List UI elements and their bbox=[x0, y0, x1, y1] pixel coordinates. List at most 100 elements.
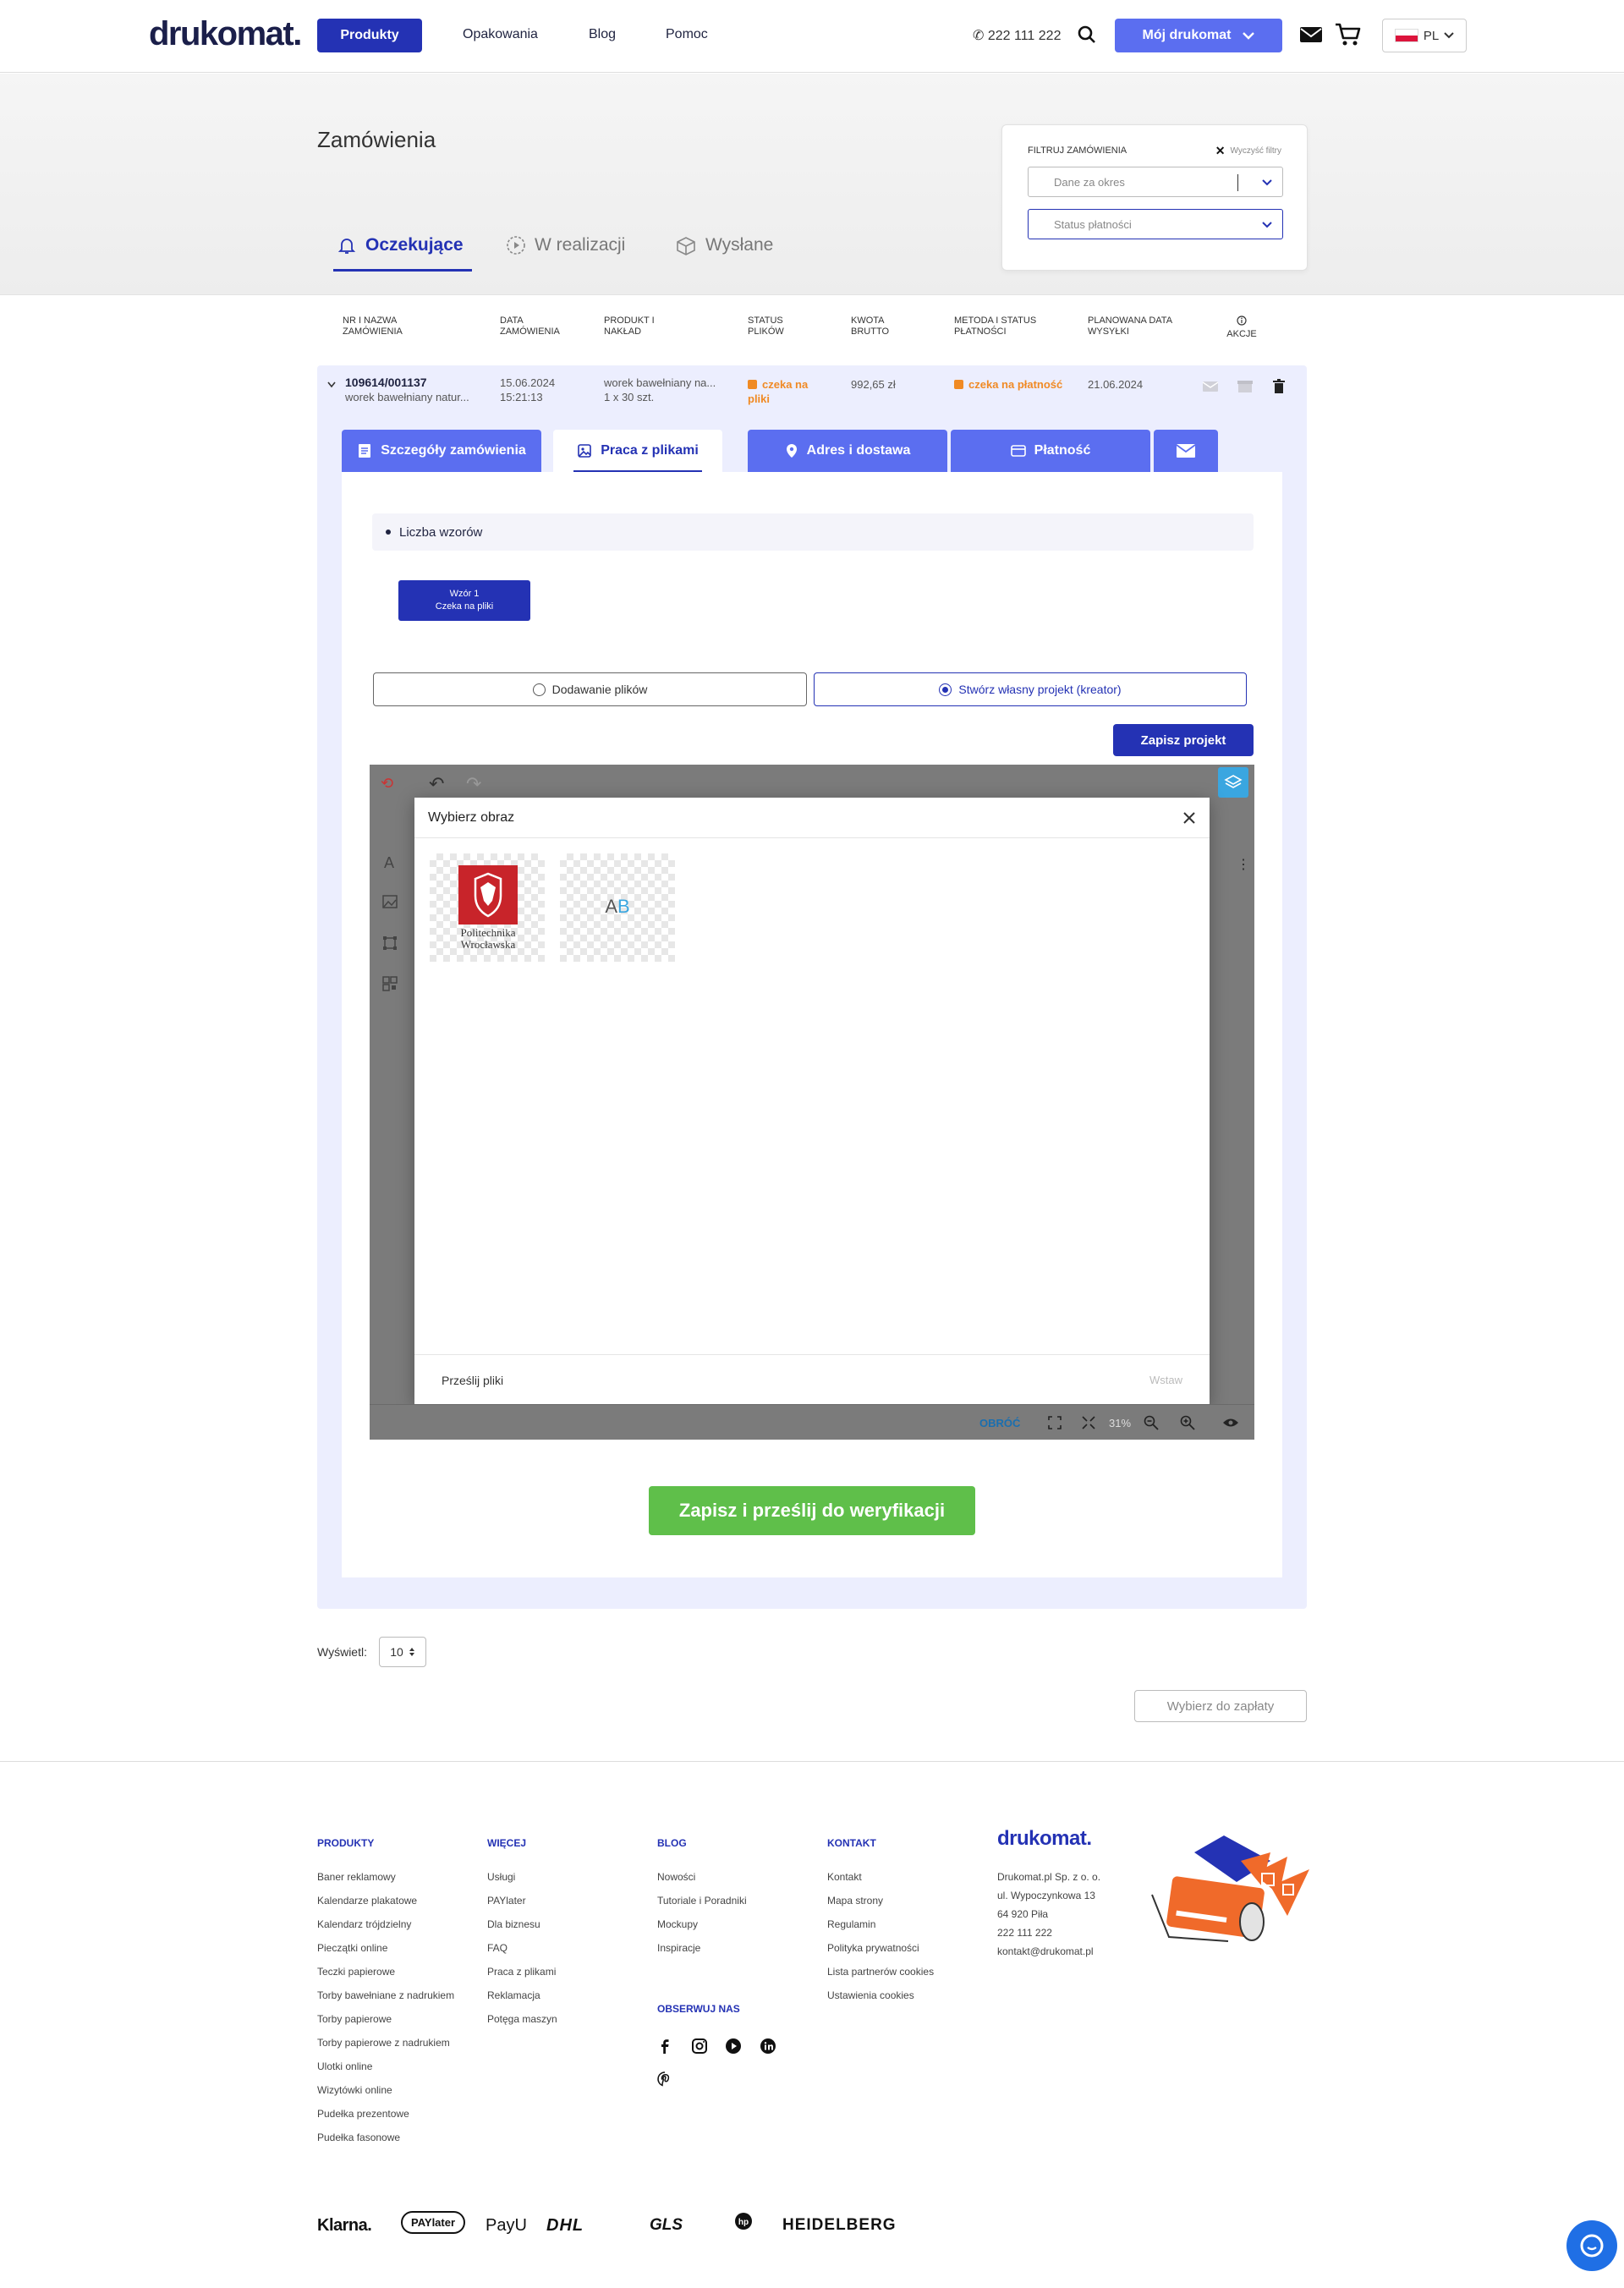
footer-link[interactable]: Tutoriale i Poradniki bbox=[657, 1895, 747, 1907]
redo-icon[interactable]: ↷ bbox=[466, 773, 481, 795]
cart-icon[interactable] bbox=[1335, 22, 1362, 47]
tab-pending[interactable]: Oczekujące bbox=[337, 235, 464, 255]
nav-help[interactable]: Pomoc bbox=[666, 27, 708, 42]
footer-link[interactable]: Pieczątki online bbox=[317, 1942, 387, 1954]
close-icon[interactable] bbox=[1181, 809, 1198, 826]
footer-link[interactable]: Torby papierowe z nadrukiem bbox=[317, 2037, 450, 2049]
footer-link[interactable]: Pudełka prezentowe bbox=[317, 2108, 409, 2120]
footer-link[interactable]: FAQ bbox=[487, 1942, 508, 1954]
order-product: worek bawełniany na... bbox=[604, 376, 716, 389]
image-thumbnail-logo[interactable]: Politechnika Wrocławska bbox=[430, 853, 545, 962]
footer-logo[interactable]: drukomat. bbox=[997, 1827, 1092, 1851]
footer-link[interactable]: Praca z plikami bbox=[487, 1966, 556, 1978]
footer-link[interactable]: Regulamin bbox=[827, 1918, 875, 1930]
order-filter-panel: FILTRUJ ZAMÓWIENIA ✕ Wyczyść filtry Dane … bbox=[1001, 124, 1308, 271]
undo-icon[interactable]: ↶ bbox=[429, 773, 444, 795]
tab-files[interactable]: Praca z plikami bbox=[553, 430, 722, 472]
phone-link[interactable]: ✆ 222 111 222 bbox=[973, 27, 1061, 44]
nav-blog[interactable]: Blog bbox=[589, 27, 616, 42]
preview-eye-icon[interactable] bbox=[1222, 1417, 1239, 1429]
linkedin-icon[interactable] bbox=[759, 2037, 777, 2055]
reset-icon[interactable]: ⟲ bbox=[381, 775, 393, 793]
logo[interactable]: drukomat. bbox=[149, 15, 302, 53]
footer-link[interactable]: Kalendarz trójdzielny bbox=[317, 1918, 411, 1930]
tab-shipped[interactable]: Wysłane bbox=[675, 235, 773, 255]
select-to-pay-button[interactable]: Wybierz do zapłaty bbox=[1134, 1690, 1307, 1722]
status-icon bbox=[748, 380, 757, 389]
products-button[interactable]: Produkty bbox=[317, 19, 422, 52]
my-account-button[interactable]: Mój drukomat bbox=[1115, 19, 1282, 52]
trash-icon[interactable] bbox=[1270, 379, 1287, 394]
creator-option[interactable]: Stwórz własny projekt (kreator) bbox=[814, 672, 1247, 706]
footer-link[interactable]: Mockupy bbox=[657, 1918, 698, 1930]
footer-link[interactable]: Ustawienia cookies bbox=[827, 1989, 914, 2001]
search-icon[interactable] bbox=[1078, 25, 1096, 44]
column-header: METODA I STATUS PŁATNOŚCI bbox=[954, 315, 1037, 337]
fullscreen-icon[interactable] bbox=[1082, 1416, 1095, 1429]
info-icon bbox=[1237, 315, 1247, 326]
footer-link[interactable]: Lista partnerów cookies bbox=[827, 1966, 934, 1978]
fit-screen-icon[interactable] bbox=[1048, 1416, 1062, 1429]
footer-link[interactable]: Baner reklamowy bbox=[317, 1871, 396, 1883]
image-tool-icon[interactable] bbox=[382, 895, 398, 913]
qr-code-tool-icon[interactable] bbox=[382, 976, 398, 996]
footer-link[interactable]: Kontakt bbox=[827, 1871, 862, 1883]
box-icon[interactable] bbox=[1237, 379, 1254, 394]
footer-link[interactable]: Wizytówki online bbox=[317, 2084, 392, 2096]
tab-order-details[interactable]: Szczegóły zamówienia bbox=[342, 430, 541, 472]
more-options-icon[interactable]: ⋮ bbox=[1237, 856, 1250, 873]
radio-off-icon bbox=[532, 683, 546, 696]
clear-filters-button[interactable]: ✕ Wyczyść filtry bbox=[1215, 144, 1281, 158]
facebook-icon[interactable] bbox=[656, 2037, 674, 2055]
shape-tool-icon[interactable] bbox=[382, 936, 398, 955]
upload-files-option[interactable]: Dodawanie plików bbox=[373, 672, 807, 706]
submit-for-verification-button[interactable]: Zapisz i prześlij do weryfikacji bbox=[649, 1486, 975, 1535]
rotate-button[interactable]: OBRÓĆ bbox=[979, 1417, 1020, 1429]
tab-address[interactable]: Adres i dostawa bbox=[748, 430, 947, 472]
nav-packaging[interactable]: Opakowania bbox=[463, 27, 538, 42]
pinterest-icon[interactable] bbox=[656, 2071, 674, 2089]
period-select[interactable]: Dane za okres bbox=[1028, 167, 1283, 197]
image-thumbnail-text[interactable]: AB bbox=[560, 853, 675, 962]
footer-link[interactable]: Teczki papierowe bbox=[317, 1966, 395, 1978]
tab-label: Płatność bbox=[1034, 443, 1091, 458]
footer-link[interactable]: Inspiracje bbox=[657, 1942, 700, 1954]
youtube-icon[interactable] bbox=[724, 2037, 743, 2055]
zoom-in-icon[interactable] bbox=[1180, 1415, 1195, 1430]
zoom-out-icon[interactable] bbox=[1144, 1415, 1159, 1430]
mail-icon[interactable] bbox=[1299, 25, 1323, 44]
footer-link[interactable]: Polityka prywatności bbox=[827, 1942, 919, 1954]
upload-files-button[interactable]: Prześlij pliki bbox=[442, 1374, 503, 1387]
per-page-select[interactable]: 10 bbox=[379, 1637, 426, 1667]
footer-link[interactable]: PAYlater bbox=[487, 1895, 526, 1907]
footer-link[interactable]: Usługi bbox=[487, 1871, 515, 1883]
footer-link[interactable]: Nowości bbox=[657, 1871, 695, 1883]
insert-button[interactable]: Wstaw bbox=[1149, 1374, 1182, 1386]
mail-icon[interactable] bbox=[1202, 379, 1219, 394]
footer-link[interactable]: Ulotki online bbox=[317, 2060, 372, 2072]
tab-payment[interactable]: Płatność bbox=[951, 430, 1150, 472]
university-logo-image: Politechnika Wrocławska bbox=[458, 865, 518, 951]
save-project-button[interactable]: Zapisz projekt bbox=[1113, 724, 1254, 756]
instagram-icon[interactable] bbox=[690, 2037, 709, 2055]
tab-messages[interactable] bbox=[1154, 430, 1218, 472]
language-selector[interactable]: PL bbox=[1382, 19, 1467, 52]
footer-link[interactable]: Torby papierowe bbox=[317, 2013, 392, 2025]
footer-link[interactable]: Kalendarze plakatowe bbox=[317, 1895, 417, 1907]
order-number-cell[interactable]: 109614/001137 worek bawełniany natur... bbox=[345, 376, 469, 404]
footer-link[interactable]: Pudełka fasonowe bbox=[317, 2132, 400, 2143]
tab-in-progress[interactable]: W realizacji bbox=[506, 235, 625, 255]
text-tool-icon[interactable]: A bbox=[384, 854, 394, 872]
logo-caption-line2: Wrocławska bbox=[461, 938, 516, 951]
footer-link[interactable]: Dla biznesu bbox=[487, 1918, 540, 1930]
expand-toggle[interactable] bbox=[327, 377, 336, 392]
footer-link[interactable]: Torby bawełniane z nadrukiem bbox=[317, 1989, 454, 2001]
footer-link[interactable]: Mapa strony bbox=[827, 1895, 883, 1907]
payment-status-select[interactable]: Status płatności bbox=[1028, 209, 1283, 239]
layers-icon[interactable] bbox=[1218, 767, 1248, 798]
design-status: Czeka na pliki bbox=[435, 601, 494, 612]
chat-button[interactable] bbox=[1566, 2220, 1617, 2271]
footer-link[interactable]: Reklamacja bbox=[487, 1989, 540, 2001]
footer-link[interactable]: Potęga maszyn bbox=[487, 2013, 557, 2025]
design-1-button[interactable]: Wzór 1 Czeka na pliki bbox=[398, 580, 530, 621]
